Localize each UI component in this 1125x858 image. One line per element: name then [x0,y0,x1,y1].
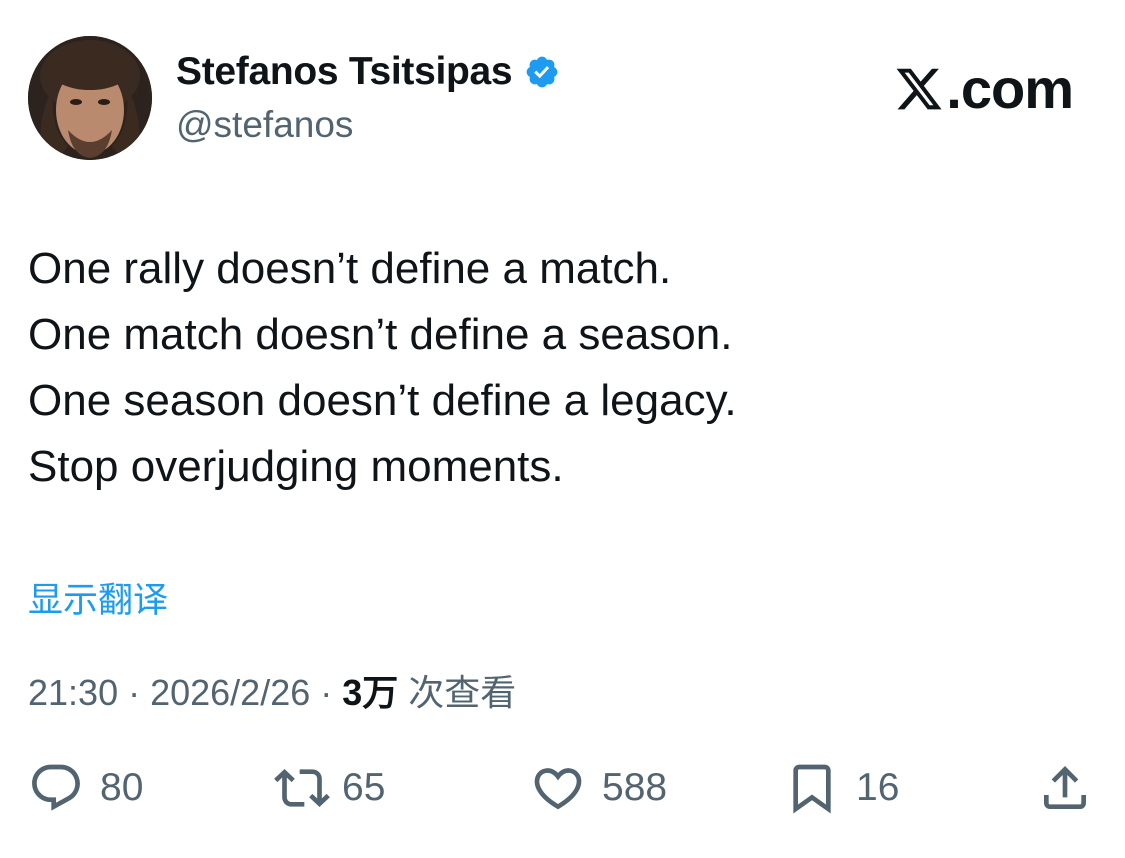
bookmark-icon [793,764,831,814]
action-bar: 80 65 588 16 [0,758,1125,818]
views-label: 次查看 [398,672,517,713]
tweet-line: Stop overjudging moments. [28,442,564,491]
meta-separator: · [310,672,343,713]
bookmark-count: 16 [856,766,900,809]
heart-icon [534,768,582,810]
reply-count: 80 [100,766,144,809]
tweet-line: One match doesn’t define a season. [28,310,733,359]
meta-separator: · [118,672,151,713]
share-icon [1044,766,1086,809]
retweet-count: 65 [342,766,386,809]
avatar-image [28,36,152,160]
translate-link[interactable]: 显示翻译 [28,572,168,623]
tweet-line: One season doesn’t define a legacy. [28,376,737,425]
x-logo-icon [894,64,944,114]
brand-watermark: .com [894,56,1074,121]
avatar[interactable] [28,36,152,160]
verified-badge-icon [524,54,560,90]
author-display-name[interactable]: Stefanos Tsitsipas [176,50,513,94]
like-count: 588 [602,766,668,809]
author-handle[interactable]: @stefanos [176,104,353,146]
brand-text: .com [946,57,1074,120]
tweet-text: One rally doesn’t define a match. One ma… [28,236,737,500]
reply-button[interactable]: 80 [28,758,143,818]
bookmark-button[interactable]: 16 [784,758,899,818]
reply-icon [32,764,80,811]
retweet-icon [274,769,330,807]
tweet-time[interactable]: 21:30 [28,672,118,713]
author-name-row[interactable]: Stefanos Tsitsipas [176,50,560,94]
share-button[interactable] [1037,758,1093,818]
tweet-meta: 21:30 · 2026/2/26 · 3万 次查看 [28,664,516,716]
retweet-button[interactable]: 65 [274,758,385,818]
tweet-date[interactable]: 2026/2/26 [150,672,310,713]
tweet-line: One rally doesn’t define a match. [28,244,672,293]
like-button[interactable]: 588 [530,758,667,818]
views-count: 3万 [342,672,399,713]
